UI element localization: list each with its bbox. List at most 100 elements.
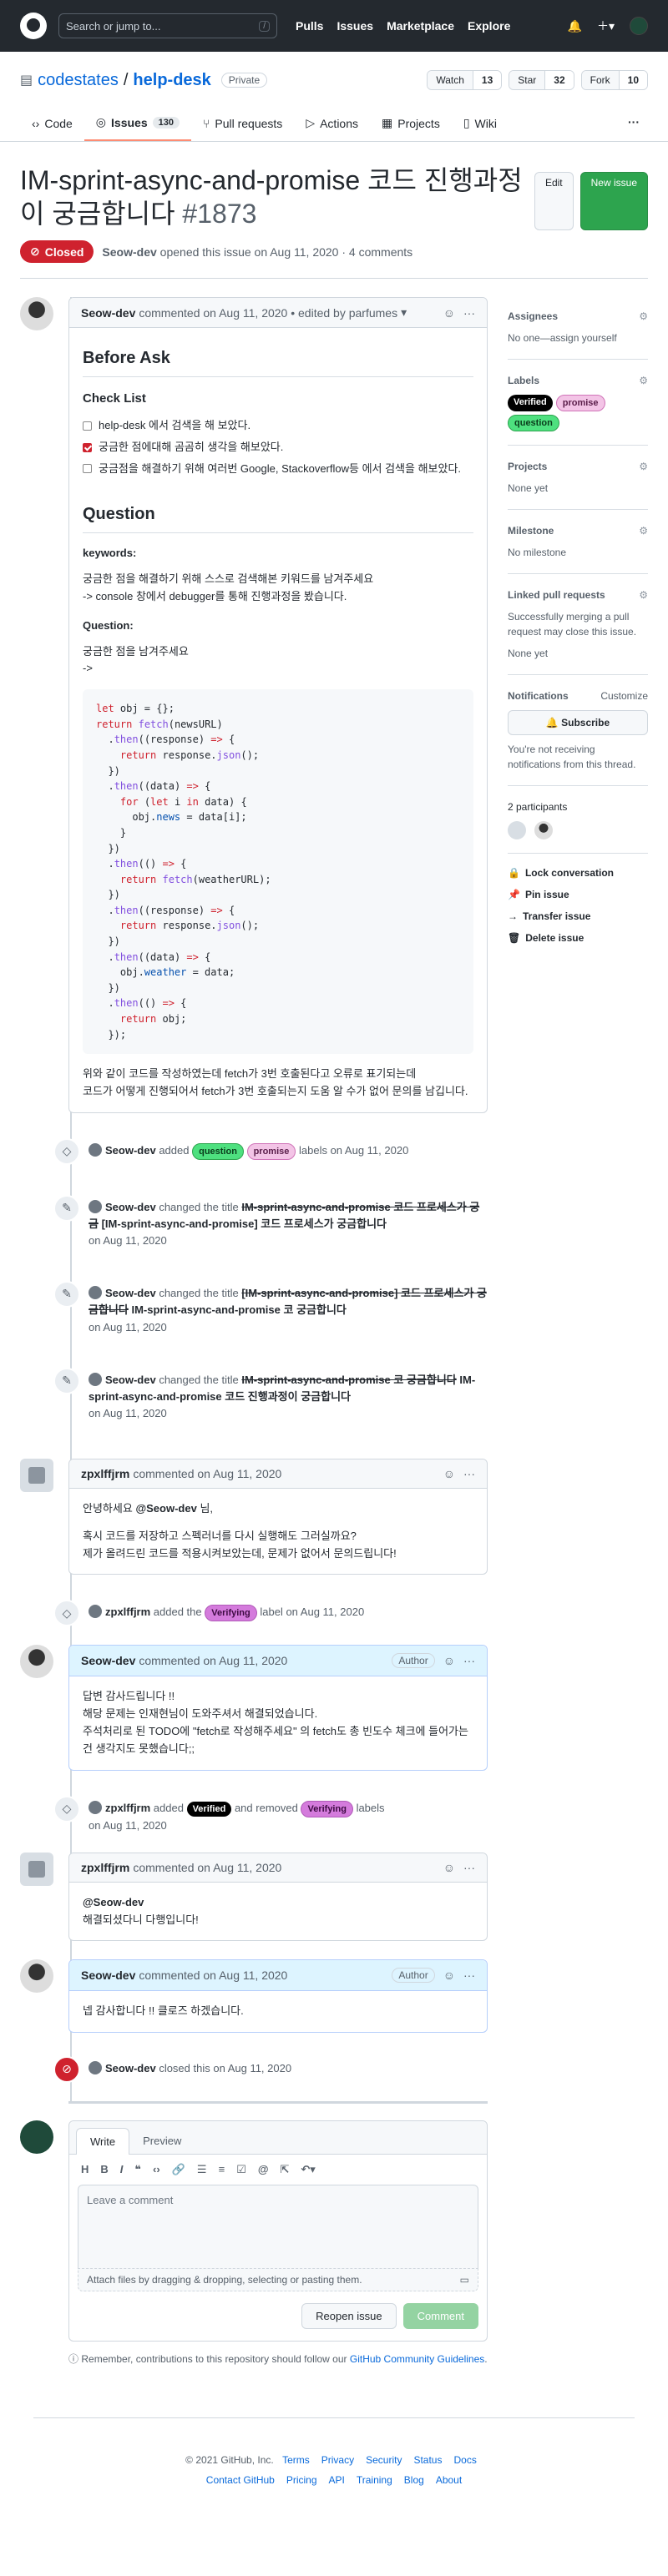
reply-icon[interactable]: ↶▾ [301,2163,315,2176]
pin-issue[interactable]: 📌 Pin issue [508,889,648,900]
label-question[interactable]: question [192,1142,244,1160]
smiley-icon[interactable]: ☺ [443,1654,455,1667]
footer-link[interactable]: Contact GitHub [206,2474,275,2486]
footer-link[interactable]: Terms [282,2454,310,2466]
event-user[interactable]: Seow-dev [105,1144,156,1157]
mention-icon[interactable]: @ [258,2163,269,2176]
new-issue-button[interactable]: New issue [579,172,648,230]
nav-marketplace[interactable]: Marketplace [387,19,454,33]
label-question[interactable]: question [508,415,559,431]
reopen-issue-button[interactable]: Reopen issue [301,2303,397,2330]
comment-textarea[interactable]: Leave a comment [78,2185,478,2269]
more-icon[interactable]: ··· [620,108,648,141]
kebab-icon[interactable]: ··· [463,1969,475,1982]
subscribe-button[interactable]: 🔔 Subscribe [508,710,648,735]
footer-link[interactable]: Pricing [286,2474,317,2486]
bullet-list-icon[interactable]: ☰ [197,2163,207,2176]
issue-author[interactable]: Seow-dev [102,245,156,259]
label-verifying[interactable]: Verifying [301,1800,353,1817]
label-promise[interactable]: promise [246,1142,296,1160]
kebab-icon[interactable]: ··· [463,1654,475,1667]
footer-link[interactable]: Blog [404,2474,424,2486]
quote-icon[interactable]: ❝ [134,2163,141,2176]
gear-icon[interactable]: ⚙ [639,459,648,474]
delete-issue[interactable]: 🗑 Delete issue [508,932,648,944]
footer-link[interactable]: Status [413,2454,442,2466]
tab-wiki[interactable]: ▯ Wiki [452,108,509,141]
repo-name-link[interactable]: help-desk [133,71,210,90]
kebab-icon[interactable]: ··· [463,1467,475,1480]
tab-preview[interactable]: Preview [129,2128,195,2154]
tab-write[interactable]: Write [76,2128,130,2155]
gear-icon[interactable]: ⚙ [639,309,648,324]
avatar[interactable] [20,1852,53,1886]
comment-author[interactable]: Seow-dev [81,1654,135,1667]
event-user[interactable]: Seow-dev [105,1201,156,1213]
tab-issues[interactable]: ◎ Issues 130 [84,108,191,141]
participant-avatar[interactable] [508,821,526,839]
nav-pulls[interactable]: Pulls [296,19,323,33]
gear-icon[interactable]: ⚙ [639,523,648,538]
label-promise[interactable]: promise [555,395,605,411]
heading-icon[interactable]: H [81,2163,89,2176]
github-logo-icon[interactable] [20,13,47,39]
mention[interactable]: @Seow-dev [135,1502,196,1515]
star-button[interactable]: Star 32 [509,70,574,90]
label-verified[interactable]: Verified [508,395,553,411]
nav-issues[interactable]: Issues [337,19,373,33]
event-user[interactable]: Seow-dev [105,1287,156,1299]
smiley-icon[interactable]: ☺ [443,1467,455,1480]
avatar[interactable] [20,2120,53,2155]
comment-button[interactable]: Comment [402,2303,478,2330]
comment-author[interactable]: Seow-dev [81,306,135,320]
task-list-icon[interactable]: ☑ [236,2163,246,2176]
label-verifying[interactable]: Verifying [205,1605,257,1622]
event-user[interactable]: zpxlffjrm [105,1606,150,1618]
avatar[interactable] [20,1645,53,1679]
footer-link[interactable]: Privacy [321,2454,354,2466]
tab-projects[interactable]: ▦ Projects [370,108,452,141]
checkbox[interactable] [83,442,92,452]
smiley-icon[interactable]: ☺ [443,1861,455,1874]
italic-icon[interactable]: I [120,2163,124,2176]
comment-author[interactable]: zpxlffjrm [81,1467,129,1480]
numbered-list-icon[interactable]: ≡ [219,2163,225,2176]
avatar[interactable] [20,1959,53,1994]
repo-owner-link[interactable]: codestates [38,71,119,90]
footer-link[interactable]: Training [357,2474,392,2486]
guidelines-link[interactable]: GitHub Community Guidelines [350,2353,484,2365]
nav-explore[interactable]: Explore [468,19,510,33]
footer-link[interactable]: Security [366,2454,402,2466]
lock-conversation[interactable]: 🔒 Lock conversation [508,867,648,879]
watch-button[interactable]: Watch 13 [427,70,503,90]
kebab-icon[interactable]: ··· [463,1861,475,1874]
user-avatar[interactable] [630,17,648,35]
attach-files[interactable]: Attach files by dragging & dropping, sel… [78,2268,478,2292]
footer-link[interactable]: Docs [453,2454,476,2466]
gear-icon[interactable]: ⚙ [639,587,648,602]
bell-icon[interactable]: 🔔 [568,19,582,33]
avatar[interactable] [20,297,53,330]
smiley-icon[interactable]: ☺ [443,1969,455,1982]
kebab-icon[interactable]: ··· [463,306,475,320]
link-icon[interactable]: 🔗 [172,2163,185,2176]
footer-link[interactable]: About [436,2474,462,2486]
event-user[interactable]: Seow-dev [105,1374,156,1386]
plus-icon[interactable]: ＋▾ [597,18,615,34]
label-verified[interactable]: Verified [186,1801,232,1817]
reference-icon[interactable]: ⇱ [281,2163,290,2176]
gear-icon[interactable]: ⚙ [639,373,648,388]
event-user[interactable]: Seow-dev [105,2062,156,2074]
tab-code[interactable]: ‹› Code [20,108,84,141]
customize-link[interactable]: Customize [600,688,648,703]
tab-pull-requests[interactable]: ⑂ Pull requests [191,108,294,141]
transfer-issue[interactable]: → Transfer issue [508,910,648,922]
edit-title-button[interactable]: Edit [534,172,574,230]
mention[interactable]: @Seow-dev [83,1894,473,1912]
comment-author[interactable]: Seow-dev [81,1969,135,1982]
assignees-value[interactable]: No one—assign yourself [508,330,648,345]
smiley-icon[interactable]: ☺ [443,306,455,320]
footer-link[interactable]: API [329,2474,345,2486]
bold-icon[interactable]: B [100,2163,108,2176]
search-input[interactable]: Search or jump to... / [58,13,277,38]
